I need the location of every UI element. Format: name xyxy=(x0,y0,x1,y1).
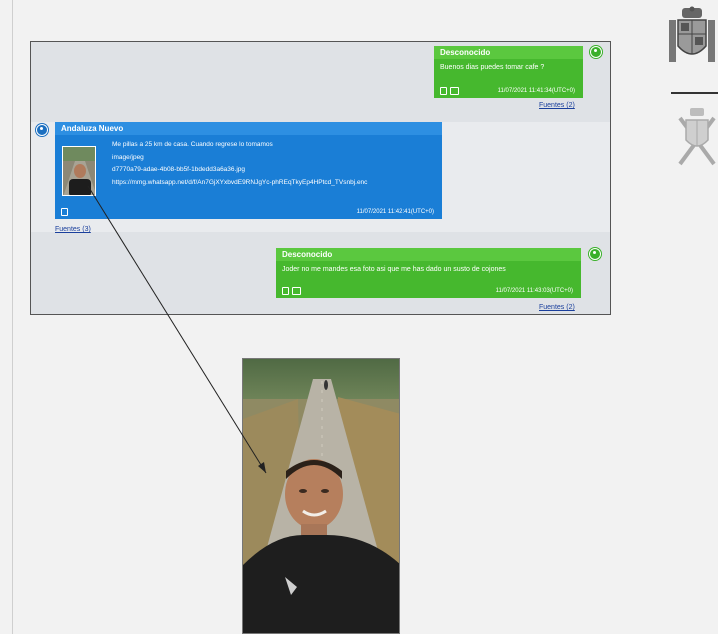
attachment-url[interactable]: https://mmg.whatsapp.net/d/f/An7GjXYxbvd… xyxy=(112,177,437,190)
coat-of-arms-icon xyxy=(666,6,718,75)
phone-icon xyxy=(440,87,447,95)
message-text: Buenos dias puedes tomar cafe ? xyxy=(440,64,545,71)
attachment-icons xyxy=(282,287,301,295)
message-timestamp: 11/07/2021 11:43:03(UTC+0) xyxy=(495,288,573,294)
message-bubble-3[interactable]: Desconocido Joder no me mandes esa foto … xyxy=(276,248,581,298)
phone-icon xyxy=(282,287,289,295)
user-avatar-icon xyxy=(590,46,602,58)
message-timestamp: 11/07/2021 11:41:34(UTC+0) xyxy=(497,88,575,94)
sources-link[interactable]: Fuentes (2) xyxy=(539,304,575,311)
attachment-icons xyxy=(440,87,459,95)
sources-link[interactable]: Fuentes (3) xyxy=(55,226,91,233)
image-icon xyxy=(292,287,301,295)
message-text: Joder no me mandes esa foto asi que me h… xyxy=(282,266,506,273)
phone-icon xyxy=(61,208,68,216)
header-divider xyxy=(671,92,718,94)
page-border xyxy=(12,0,13,634)
message-text: Me pillas a 25 km de casa. Cuando regres… xyxy=(112,141,273,148)
attachment-mimetype: image/jpeg xyxy=(112,153,144,161)
sources-link[interactable]: Fuentes (2) xyxy=(539,102,575,109)
message-bubble-1[interactable]: Desconocido Buenos dias puedes tomar caf… xyxy=(434,46,583,98)
thumbnail-photo xyxy=(63,147,95,195)
guardia-civil-emblem-icon xyxy=(676,106,718,173)
message-sender: Desconocido xyxy=(434,46,583,59)
user-avatar-icon xyxy=(589,248,601,260)
attachment-filename: d7770a79-adae-4b08-bb5f-1bdedd3a6a36.jpg xyxy=(112,166,246,173)
attachment-icons xyxy=(61,208,68,216)
image-thumbnail[interactable] xyxy=(62,146,96,196)
image-icon xyxy=(450,87,459,95)
message-sender: Desconocido xyxy=(276,248,581,261)
expanded-photo xyxy=(242,358,400,634)
message-timestamp: 11/07/2021 11:42:41(UTC+0) xyxy=(356,209,434,215)
user-avatar-icon xyxy=(36,124,48,136)
message-sender: Andaluza Nuevo xyxy=(55,122,442,135)
message-bubble-2[interactable]: Andaluza Nuevo Me pillas a 25 km de casa… xyxy=(55,122,442,219)
chat-panel: Desconocido Buenos dias puedes tomar caf… xyxy=(30,41,611,315)
